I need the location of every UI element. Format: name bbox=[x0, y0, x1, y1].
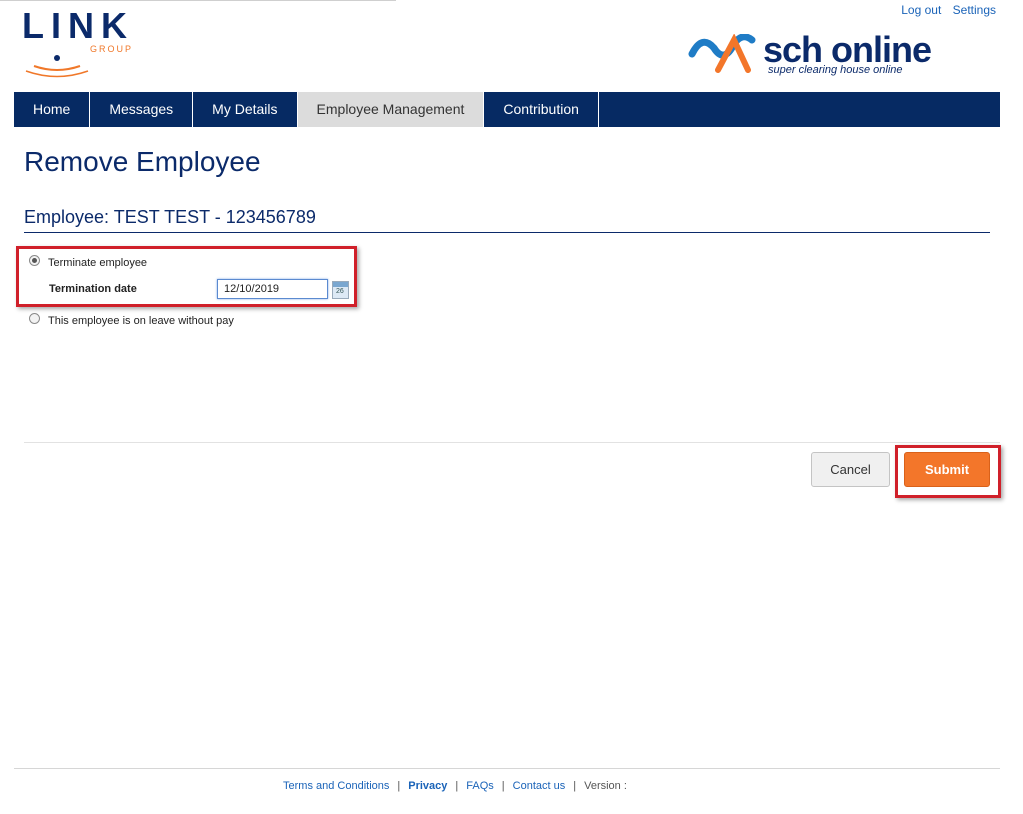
calendar-icon[interactable]: 26 bbox=[332, 281, 349, 299]
submit-button[interactable]: Submit bbox=[904, 452, 990, 487]
tab-home[interactable]: Home bbox=[14, 92, 91, 127]
footer-links: Terms and Conditions | Privacy | FAQs | Contac… bbox=[283, 780, 627, 792]
termination-date-input[interactable] bbox=[217, 279, 328, 299]
employee-heading: Employee: TEST TEST - 123456789 bbox=[24, 207, 316, 227]
faqs-link[interactable]: FAQs bbox=[466, 780, 494, 792]
main-nav: Home Messages My Details Employee Manage… bbox=[14, 92, 1000, 127]
cancel-button[interactable]: Cancel bbox=[811, 452, 890, 487]
link-group-logo: LINK GROUP bbox=[22, 6, 142, 78]
top-links: Log out Settings bbox=[893, 3, 996, 17]
logo-ripple-icon bbox=[25, 55, 89, 78]
tab-messages[interactable]: Messages bbox=[90, 92, 194, 127]
terminate-label: Terminate employee bbox=[48, 257, 148, 269]
heading-divider bbox=[24, 232, 990, 233]
page-title: Remove Employee bbox=[24, 146, 261, 177]
calendar-day: 26 bbox=[336, 288, 344, 295]
footer-divider bbox=[14, 768, 1000, 769]
actions-divider bbox=[24, 442, 1000, 443]
leave-radio[interactable] bbox=[29, 313, 40, 324]
privacy-link[interactable]: Privacy bbox=[408, 780, 447, 792]
tab-employee-management[interactable]: Employee Management bbox=[297, 92, 485, 127]
top-divider bbox=[0, 0, 396, 1]
sch-online-logo: sch online super clearing house online bbox=[688, 30, 998, 80]
termination-date-label: Termination date bbox=[49, 283, 137, 295]
logo-word: LINK bbox=[22, 5, 134, 46]
leave-label: This employee is on leave without pay bbox=[48, 315, 234, 327]
contact-link[interactable]: Contact us bbox=[513, 780, 566, 792]
logo-sub: GROUP bbox=[90, 44, 134, 54]
sch-subtitle: super clearing house online bbox=[768, 64, 903, 76]
tab-my-details[interactable]: My Details bbox=[193, 92, 298, 127]
logout-link[interactable]: Log out bbox=[901, 3, 941, 17]
terminate-radio[interactable] bbox=[29, 255, 40, 266]
terms-link[interactable]: Terms and Conditions bbox=[283, 780, 389, 792]
settings-link[interactable]: Settings bbox=[953, 3, 996, 17]
sch-wave-icon bbox=[688, 34, 756, 73]
tab-contribution[interactable]: Contribution bbox=[484, 92, 599, 127]
version-text: Version : bbox=[584, 780, 627, 792]
